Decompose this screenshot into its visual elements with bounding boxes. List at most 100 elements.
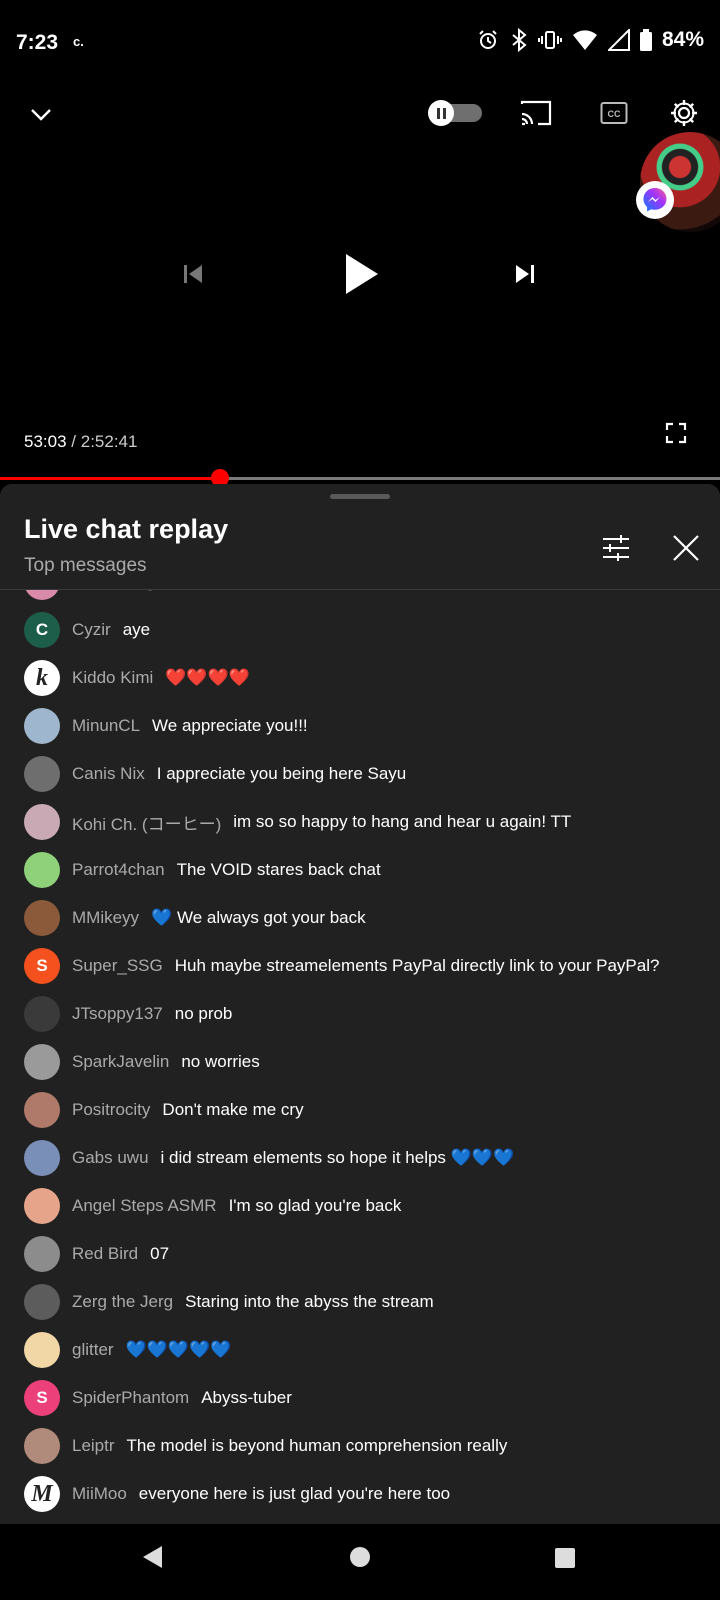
message-author[interactable]: MinunCL bbox=[72, 716, 140, 736]
avatar[interactable] bbox=[24, 1236, 60, 1272]
chat-message[interactable]: k Kiddo Kimi ❤️❤️❤️❤️ bbox=[0, 654, 720, 702]
message-author[interactable]: Zerg the Jerg bbox=[72, 1292, 173, 1312]
signal-icon bbox=[607, 29, 630, 51]
message-author[interactable]: Leiptr bbox=[72, 1436, 115, 1456]
avatar[interactable] bbox=[24, 1044, 60, 1080]
video-player[interactable]: CC 53:03 / 2:52:41 bbox=[0, 88, 720, 487]
fullscreen-icon[interactable] bbox=[665, 422, 687, 444]
avatar[interactable]: S bbox=[24, 948, 60, 984]
alarm-icon bbox=[479, 30, 497, 49]
avatar[interactable] bbox=[24, 1188, 60, 1224]
avatar[interactable]: M bbox=[24, 1476, 60, 1512]
autoplay-toggle[interactable] bbox=[428, 100, 484, 126]
cast-icon[interactable] bbox=[520, 100, 552, 126]
message-text: everyone here is just glad you're here t… bbox=[138, 1484, 451, 1503]
chat-message[interactable]: S SpiderPhantom Abyss-tuber bbox=[0, 1374, 720, 1422]
chat-message[interactable]: C Cyzir aye bbox=[0, 606, 720, 654]
message-author[interactable]: Cyzir bbox=[72, 620, 111, 640]
time-readout: 53:03 / 2:52:41 bbox=[24, 432, 137, 452]
avatar[interactable] bbox=[24, 804, 60, 840]
avatar[interactable] bbox=[24, 996, 60, 1032]
chat-message[interactable]: Gabs uwu i did stream elements so hope it… bbox=[0, 1134, 720, 1182]
avatar[interactable] bbox=[24, 1092, 60, 1128]
message-author[interactable]: Positrocity bbox=[72, 1100, 150, 1120]
message-author[interactable]: Super_SSG bbox=[72, 956, 163, 976]
message-author[interactable]: Kiddo Kimi bbox=[72, 668, 153, 688]
drag-handle[interactable] bbox=[330, 494, 390, 499]
avatar[interactable] bbox=[24, 1140, 60, 1176]
chat-message[interactable]: Red Bird 07 bbox=[0, 1230, 720, 1278]
chat-message[interactable]: Kohi Ch. (コーヒー) im so so happy to hang an… bbox=[0, 798, 720, 846]
time-separator: / bbox=[71, 432, 81, 451]
message-author[interactable]: Gabs uwu bbox=[72, 1148, 149, 1168]
chat-mode-selector[interactable]: Top messages bbox=[24, 555, 147, 577]
message-text: Abyss-tuber bbox=[201, 1388, 292, 1407]
message-text: i did stream elements so hope it helps 💙… bbox=[160, 1148, 515, 1167]
bluetooth-icon bbox=[512, 28, 527, 52]
settings-gear-icon[interactable] bbox=[669, 98, 699, 128]
message-author[interactable]: Angel Steps ASMR bbox=[72, 1196, 217, 1216]
message-author[interactable]: Parrot4chan bbox=[72, 860, 165, 880]
chat-message[interactable]: MinunCL We appreciate you!!! bbox=[0, 702, 720, 750]
chat-message[interactable]: Zerg the Jerg Staring into the abyss the … bbox=[0, 1278, 720, 1326]
message-author[interactable]: SparkJavelin bbox=[72, 1052, 169, 1072]
message-author[interactable]: Kohi Ch. (コーヒー) bbox=[72, 810, 221, 835]
message-author[interactable]: glitter bbox=[72, 1340, 114, 1360]
close-chat-button[interactable] bbox=[664, 526, 708, 570]
message-author[interactable]: Red Bird bbox=[72, 1244, 138, 1264]
messenger-icon bbox=[636, 181, 674, 219]
filter-button[interactable] bbox=[594, 526, 638, 570]
message-author[interactable]: SpiderPhantom bbox=[72, 1388, 189, 1408]
chat-message[interactable]: Leiptr The model is beyond human comprehe… bbox=[0, 1422, 720, 1470]
message-author[interactable]: The Smiley bbox=[72, 590, 157, 592]
chat-message[interactable]: Angel Steps ASMR I'm so glad you're back bbox=[0, 1182, 720, 1230]
wifi-icon bbox=[572, 30, 597, 50]
chat-message[interactable]: Parrot4chan The VOID stares back chat bbox=[0, 846, 720, 894]
sliders-icon bbox=[603, 535, 629, 561]
status-app-icon: c. bbox=[73, 34, 84, 49]
avatar[interactable]: S bbox=[24, 1380, 60, 1416]
message-text: no worries bbox=[181, 1052, 260, 1071]
message-author[interactable]: JTsoppy137 bbox=[72, 1004, 163, 1024]
avatar[interactable] bbox=[24, 756, 60, 792]
avatar[interactable] bbox=[24, 900, 60, 936]
recents-icon[interactable] bbox=[554, 1547, 576, 1569]
message-text: Staring into the abyss the stream bbox=[185, 1292, 434, 1311]
previous-icon[interactable] bbox=[182, 263, 204, 285]
message-author[interactable]: MiiMoo bbox=[72, 1484, 127, 1504]
message-text: I appreciate you being here Sayu bbox=[156, 764, 407, 783]
svg-text:CC: CC bbox=[608, 109, 621, 119]
chat-message[interactable]: glitter 💙💙💙💙💙 bbox=[0, 1326, 720, 1374]
avatar[interactable]: C bbox=[24, 612, 60, 648]
chevron-down-icon[interactable] bbox=[28, 102, 54, 128]
avatar[interactable] bbox=[24, 1284, 60, 1320]
play-icon[interactable] bbox=[344, 252, 380, 296]
next-icon[interactable] bbox=[514, 263, 536, 285]
chat-message-list[interactable]: The Smiley 💙💙💙 C Cyzir aye k Kiddo Kimi ❤️❤️❤️❤… bbox=[0, 590, 720, 1524]
home-icon[interactable] bbox=[349, 1546, 371, 1568]
message-text: ❤️❤️❤️❤️ bbox=[165, 668, 250, 687]
message-text: Don't make me cry bbox=[162, 1100, 304, 1119]
chat-message[interactable]: JTsoppy137 no prob bbox=[0, 990, 720, 1038]
message-text: 💙💙💙💙💙 bbox=[125, 1340, 232, 1359]
progress-bar[interactable] bbox=[0, 469, 720, 487]
chat-message[interactable]: SparkJavelin no worries bbox=[0, 1038, 720, 1086]
close-icon bbox=[673, 535, 699, 561]
chat-message[interactable]: M MiiMoo everyone here is just glad you're… bbox=[0, 1470, 720, 1518]
avatar[interactable] bbox=[24, 1332, 60, 1368]
avatar[interactable]: k bbox=[24, 660, 60, 696]
message-author[interactable]: Canis Nix bbox=[72, 764, 145, 784]
back-icon[interactable] bbox=[140, 1544, 164, 1570]
chat-message[interactable]: MMikeyy 💙 We always got your back bbox=[0, 894, 720, 942]
chat-message[interactable]: S Super_SSG Huh maybe streamelements PayPa… bbox=[0, 942, 720, 990]
avatar[interactable] bbox=[24, 708, 60, 744]
captions-icon[interactable]: CC bbox=[600, 101, 628, 125]
chat-message[interactable]: Canis Nix I appreciate you being here Say… bbox=[0, 750, 720, 798]
chat-message[interactable]: The Smiley 💙💙💙 bbox=[0, 590, 720, 606]
avatar[interactable] bbox=[24, 1428, 60, 1464]
avatar[interactable] bbox=[24, 852, 60, 888]
avatar[interactable] bbox=[24, 590, 60, 600]
message-author[interactable]: MMikeyy bbox=[72, 908, 139, 928]
status-icons: 84% bbox=[476, 28, 704, 52]
chat-message[interactable]: Positrocity Don't make me cry bbox=[0, 1086, 720, 1134]
